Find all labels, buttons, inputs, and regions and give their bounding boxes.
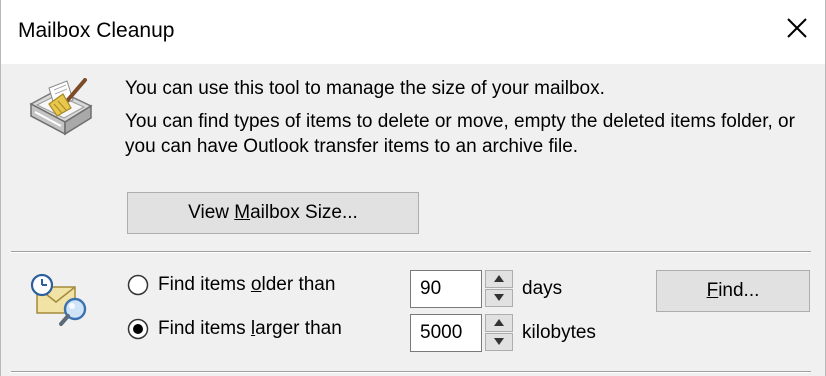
larger-label-end: arger than bbox=[255, 318, 342, 339]
spin-up-icon bbox=[494, 319, 504, 326]
find-items-icon bbox=[30, 273, 87, 326]
larger-than-spin-down-button[interactable] bbox=[485, 333, 513, 351]
find-button-label-end: ind... bbox=[718, 280, 760, 301]
spin-up-icon bbox=[494, 275, 504, 282]
radio-larger-than-label[interactable]: Find items larger than bbox=[158, 317, 342, 341]
dialog-title: Mailbox Cleanup bbox=[18, 19, 175, 42]
mailbox-cleanup-icon bbox=[29, 78, 93, 136]
view-mailbox-size-label-end: ailbox Size... bbox=[250, 202, 358, 223]
separator-top bbox=[11, 251, 811, 253]
older-than-unit: days bbox=[522, 278, 563, 299]
title-bar: Mailbox Cleanup bbox=[1, 0, 825, 64]
close-icon bbox=[787, 18, 807, 38]
separator-bottom bbox=[11, 371, 811, 373]
older-label-end: lder than bbox=[261, 274, 336, 295]
older-label-start: Find items bbox=[158, 274, 251, 295]
older-label-accelerator: o bbox=[250, 274, 262, 295]
spin-down-icon bbox=[494, 294, 504, 301]
find-button[interactable]: Find... bbox=[656, 270, 810, 312]
spin-down-icon bbox=[494, 338, 504, 345]
view-mailbox-size-button[interactable]: View Mailbox Size... bbox=[127, 192, 419, 234]
older-than-spin-down-button[interactable] bbox=[485, 289, 513, 307]
mailbox-cleanup-dialog: Mailbox Cleanup You can use this tool to… bbox=[0, 0, 826, 376]
find-button-accelerator: F bbox=[706, 280, 719, 301]
radio-older-than[interactable] bbox=[127, 274, 149, 296]
larger-label-start: Find items bbox=[158, 318, 251, 339]
larger-than-spin-up-button[interactable] bbox=[485, 314, 513, 332]
description-line-1: You can use this tool to manage the size… bbox=[125, 78, 605, 99]
radio-larger-than[interactable] bbox=[127, 318, 149, 340]
radio-older-than-label[interactable]: Find items older than bbox=[158, 273, 335, 297]
description-line-2: You can find types of items to delete or… bbox=[125, 111, 795, 157]
close-button[interactable] bbox=[783, 14, 811, 42]
view-mailbox-size-accelerator: M bbox=[234, 202, 251, 223]
larger-than-unit: kilobytes bbox=[522, 322, 596, 343]
older-than-spinner bbox=[485, 270, 513, 308]
older-than-days-input[interactable] bbox=[410, 270, 482, 308]
larger-than-spinner bbox=[485, 314, 513, 352]
view-mailbox-size-label-start: View bbox=[188, 202, 235, 223]
older-than-spin-up-button[interactable] bbox=[485, 270, 513, 288]
larger-than-kb-input[interactable] bbox=[410, 314, 482, 352]
